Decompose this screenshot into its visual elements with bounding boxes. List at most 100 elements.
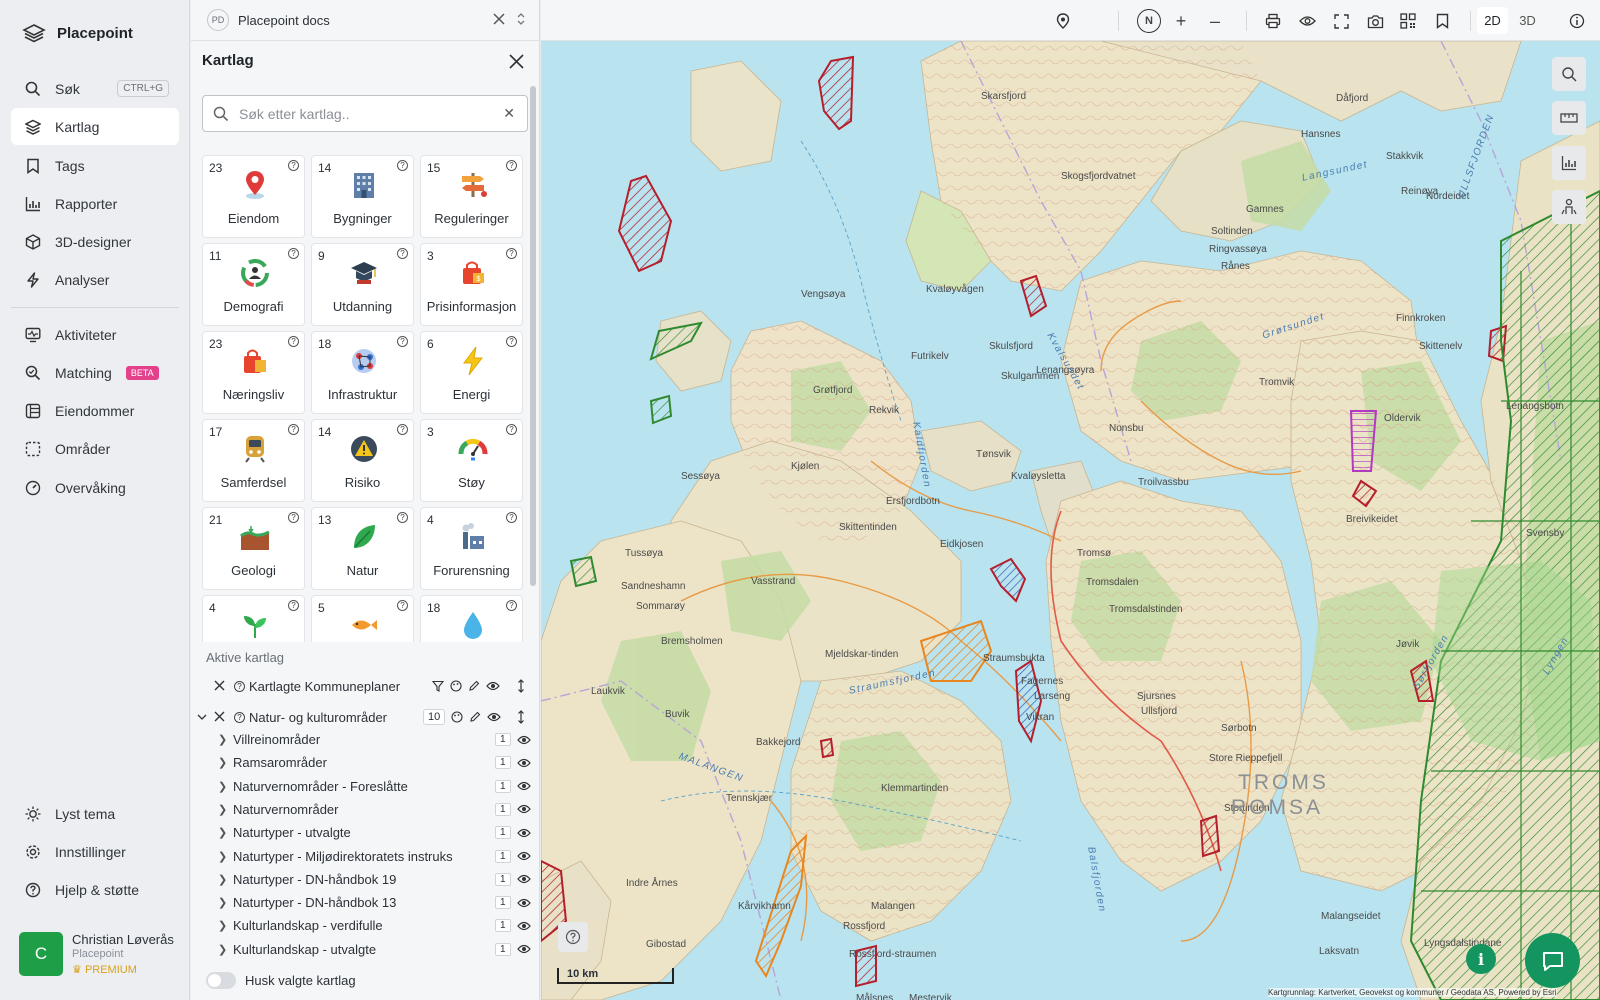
chevron-right-icon[interactable]: ❯ bbox=[218, 919, 227, 932]
info-icon[interactable]: ? bbox=[234, 680, 245, 692]
fullscreen-icon[interactable] bbox=[1331, 11, 1351, 31]
category-forurensning[interactable]: 4? Forurensning bbox=[420, 507, 523, 590]
sublayer-row[interactable]: ❯ Naturvernområder - Foreslåtte 1 bbox=[191, 775, 540, 798]
zoom-in-icon[interactable]: + bbox=[1171, 11, 1191, 31]
app-brand[interactable]: Placepoint bbox=[22, 20, 133, 46]
qr-code-icon[interactable] bbox=[1398, 11, 1418, 31]
bookmark-icon[interactable] bbox=[1432, 11, 1452, 31]
eye-icon[interactable] bbox=[486, 680, 500, 692]
category-utdanning[interactable]: 9? Utdanning bbox=[311, 243, 414, 326]
eye-icon[interactable] bbox=[517, 827, 531, 839]
chevron-right-icon[interactable]: ❯ bbox=[218, 873, 227, 886]
drag-sort-icon[interactable] bbox=[517, 679, 525, 693]
chevron-right-icon[interactable]: ❯ bbox=[218, 896, 227, 909]
sidebar-item-sok[interactable]: Søk CTRL+G bbox=[11, 70, 179, 107]
map-tool-search-area[interactable] bbox=[1552, 57, 1586, 91]
category-samferdsel[interactable]: 17? Samferdsel bbox=[202, 419, 305, 502]
info-icon[interactable]: ? bbox=[288, 160, 299, 171]
switch-doc-icon[interactable] bbox=[516, 12, 526, 26]
info-icon[interactable]: ? bbox=[288, 512, 299, 523]
sidebar-item-omrader[interactable]: Områder bbox=[11, 430, 179, 467]
chat-button[interactable] bbox=[1525, 933, 1580, 988]
info-icon[interactable] bbox=[1567, 11, 1587, 31]
map-help-button[interactable] bbox=[558, 922, 588, 952]
sublayer-row[interactable]: ❯ Naturtyper - DN-håndbok 19 1 bbox=[191, 868, 540, 891]
chevron-right-icon[interactable]: ❯ bbox=[218, 756, 227, 769]
sublayer-row[interactable]: ❯ Naturtyper - DN-håndbok 13 1 bbox=[191, 891, 540, 914]
info-icon[interactable]: ? bbox=[288, 600, 299, 611]
sidebar-item-rapporter[interactable]: Rapporter bbox=[11, 185, 179, 222]
view-3d-toggle[interactable]: 3D bbox=[1512, 7, 1543, 34]
doc-title[interactable]: Placepoint docs bbox=[238, 13, 330, 28]
edit-icon[interactable] bbox=[468, 680, 480, 692]
chevron-right-icon[interactable]: ❯ bbox=[218, 803, 227, 816]
category-bygninger[interactable]: 14? Bygninger bbox=[311, 155, 414, 238]
category-stoy[interactable]: 3? Støy bbox=[420, 419, 523, 502]
eye-icon[interactable] bbox=[517, 734, 531, 746]
layer-group-name[interactable]: Kartlagte Kommuneplaner bbox=[249, 679, 400, 694]
info-icon[interactable]: ? bbox=[397, 600, 408, 611]
info-icon[interactable]: ? bbox=[506, 600, 517, 611]
sidebar-item-tags[interactable]: Tags bbox=[11, 147, 179, 184]
sidebar-item-kartlag[interactable]: Kartlag bbox=[11, 108, 179, 145]
info-icon[interactable]: ? bbox=[397, 248, 408, 259]
eye-icon[interactable] bbox=[1297, 11, 1317, 31]
close-icon[interactable] bbox=[509, 54, 524, 69]
category-demografi[interactable]: 11? Demografi bbox=[202, 243, 305, 326]
palette-icon[interactable] bbox=[450, 680, 462, 692]
info-icon[interactable]: ? bbox=[397, 336, 408, 347]
drag-sort-icon[interactable] bbox=[517, 710, 525, 724]
info-icon[interactable]: ? bbox=[506, 336, 517, 347]
category-eiendom[interactable]: 23? Eiendom bbox=[202, 155, 305, 238]
chevron-right-icon[interactable]: ❯ bbox=[218, 826, 227, 839]
eye-icon[interactable] bbox=[517, 757, 531, 769]
info-icon[interactable]: ? bbox=[397, 160, 408, 171]
sidebar-item-matching[interactable]: Matching BETA bbox=[11, 354, 179, 391]
sidebar-item-3d-designer[interactable]: 3D-designer bbox=[11, 223, 179, 260]
layer-search-input[interactable] bbox=[239, 105, 489, 122]
eye-icon[interactable] bbox=[517, 803, 531, 815]
category-reguleringer[interactable]: 15? Reguleringer bbox=[420, 155, 523, 238]
sidebar-item-hjelp[interactable]: Hjelp & støtte bbox=[11, 871, 179, 908]
sublayer-row[interactable]: ❯ Naturtyper - utvalgte 1 bbox=[191, 821, 540, 844]
camera-icon[interactable] bbox=[1365, 11, 1385, 31]
remove-layer-icon[interactable] bbox=[214, 710, 225, 725]
chevron-right-icon[interactable]: ❯ bbox=[218, 943, 227, 956]
map-tool-chart[interactable] bbox=[1552, 146, 1586, 180]
sublayer-row[interactable]: ❯ Naturvernområder 1 bbox=[191, 798, 540, 821]
print-icon[interactable] bbox=[1263, 11, 1283, 31]
filter-icon[interactable] bbox=[432, 680, 444, 692]
sublayer-row[interactable]: ❯ Kulturlandskap - verdifulle 1 bbox=[191, 914, 540, 937]
category-tile[interactable]: 4? bbox=[202, 595, 305, 642]
category-prisinformasjon[interactable]: 3? $ Prisinformasjon bbox=[420, 243, 523, 326]
category-tile[interactable]: 5? bbox=[311, 595, 414, 642]
user-card[interactable]: C Christian Løverås Placepoint ♛ PREMIUM bbox=[19, 932, 174, 976]
chevron-right-icon[interactable]: ❯ bbox=[218, 733, 227, 746]
category-infrastruktur[interactable]: 18? Infrastruktur bbox=[311, 331, 414, 414]
info-icon[interactable]: ? bbox=[397, 512, 408, 523]
chevron-right-icon[interactable]: ❯ bbox=[218, 850, 227, 863]
category-risiko[interactable]: 14? Risiko bbox=[311, 419, 414, 502]
category-tile[interactable]: 18? bbox=[420, 595, 523, 642]
chevron-down-icon[interactable] bbox=[197, 713, 207, 721]
eye-icon[interactable] bbox=[517, 780, 531, 792]
category-naeringsliv[interactable]: 23? Næringsliv bbox=[202, 331, 305, 414]
sublayer-row[interactable]: ❯ Ramsarområder 1 bbox=[191, 751, 540, 774]
map-tool-measure[interactable] bbox=[1552, 101, 1586, 135]
sublayer-row[interactable]: ❯ Naturtyper - Miljødirektoratets instruk… bbox=[191, 845, 540, 868]
close-doc-icon[interactable] bbox=[493, 13, 505, 25]
sidebar-item-aktiviteter[interactable]: Aktiviteter bbox=[11, 316, 179, 353]
info-button[interactable]: i bbox=[1466, 944, 1496, 974]
sidebar-item-lyst-tema[interactable]: Lyst tema bbox=[11, 795, 179, 832]
info-icon[interactable]: ? bbox=[234, 711, 245, 723]
eye-icon[interactable] bbox=[517, 873, 531, 885]
category-energi[interactable]: 6? Energi bbox=[420, 331, 523, 414]
clear-search-icon[interactable]: ✕ bbox=[503, 105, 515, 122]
sidebar-item-eiendommer[interactable]: Eiendommer bbox=[11, 392, 179, 429]
sidebar-item-innstillinger[interactable]: Innstillinger bbox=[11, 833, 179, 870]
sidebar-item-analyser[interactable]: Analyser bbox=[11, 261, 179, 298]
info-icon[interactable]: ? bbox=[288, 336, 299, 347]
remember-layers-toggle[interactable] bbox=[206, 972, 236, 989]
category-geologi[interactable]: 21? Geologi bbox=[202, 507, 305, 590]
eye-icon[interactable] bbox=[517, 850, 531, 862]
